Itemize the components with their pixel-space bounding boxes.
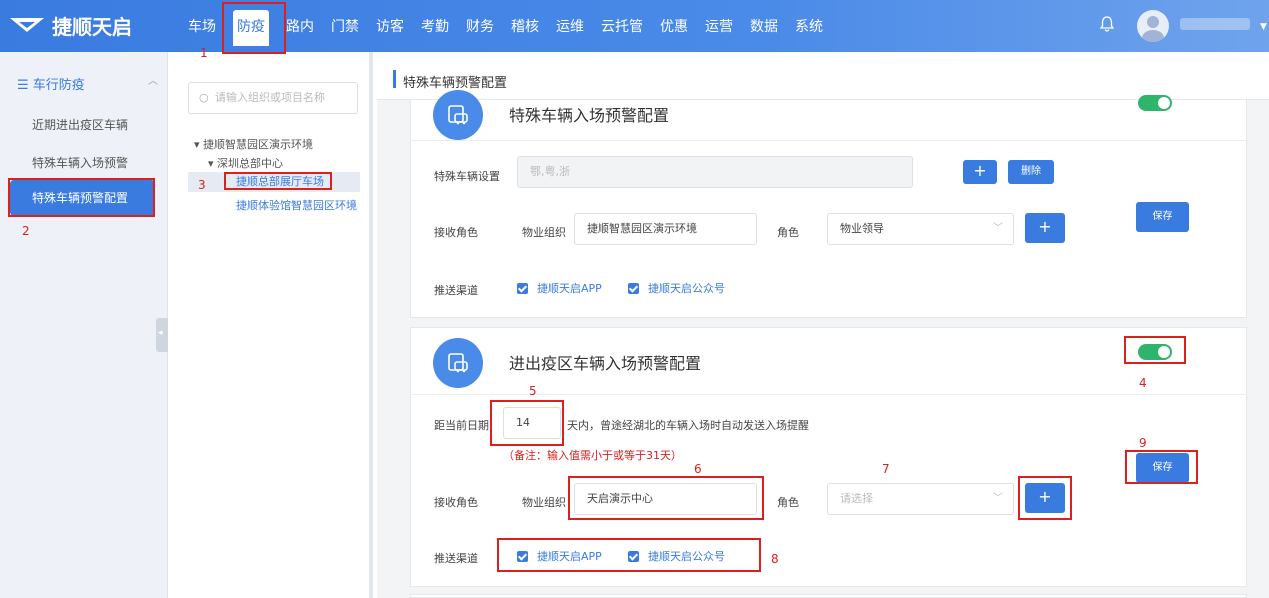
checkbox-app[interactable]: 捷顺天启APP xyxy=(517,280,602,296)
bell-icon[interactable] xyxy=(1100,16,1114,32)
sidebar-collapse-handle[interactable] xyxy=(156,318,168,352)
username-blurred[interactable] xyxy=(1180,18,1250,30)
org-field[interactable]: 捷顺智慧园区演示环境 xyxy=(574,213,757,245)
checkbox-checked-icon xyxy=(628,282,639,294)
add-vehicle-button[interactable]: + xyxy=(963,160,997,184)
tree-search-input[interactable]: 请输入组织或项目名称 xyxy=(188,82,358,114)
role-label: 角色 xyxy=(777,226,799,239)
org-label: 物业组织 xyxy=(522,496,566,509)
avatar[interactable] xyxy=(1137,10,1169,42)
checkbox-label: 捷顺天启APP xyxy=(537,282,602,295)
nav-item-system[interactable]: 系统 xyxy=(795,16,823,36)
nav-item-attendance[interactable]: 考勤 xyxy=(421,16,449,36)
tree-node-child[interactable]: ▾ 深圳总部中心 xyxy=(208,155,283,171)
checkbox-checked-icon xyxy=(517,282,528,294)
days-note: （备注：输入值需小于或等于31天） xyxy=(503,449,682,462)
breadcrumb-title: 特殊车辆预警配置 xyxy=(403,76,508,91)
tree-node-root[interactable]: ▾ 捷顺智慧园区演示环境 xyxy=(194,136,313,152)
vehicle-icon xyxy=(433,338,483,388)
annotation-box xyxy=(490,400,564,446)
caret-down-icon: ▾ xyxy=(194,138,204,151)
tree-node-label: 捷顺智慧园区演示环境 xyxy=(203,138,314,151)
breadcrumb: 特殊车辆预警配置 xyxy=(377,52,1269,100)
brand-name: 捷顺天启 xyxy=(52,14,132,39)
receive-role-label: 接收角色 xyxy=(434,226,478,239)
divider xyxy=(411,140,1246,141)
breadcrumb-accent xyxy=(393,70,396,88)
top-navbar: 捷顺天启 车场 防疫 路内 门禁 访客 考勤 财务 稽核 运维 云托管 优惠 运… xyxy=(0,0,1269,52)
annotation-number: 6 xyxy=(694,462,702,476)
annotation-number: 9 xyxy=(1139,436,1147,450)
save-button[interactable]: 保存 xyxy=(1136,202,1189,232)
annotation-box xyxy=(1124,336,1186,364)
nav-item-cloud[interactable]: 云托管 xyxy=(601,16,643,36)
vehicle-setting-field[interactable]: 鄂,粤,浙 xyxy=(517,156,913,188)
caret-down-icon: ▾ xyxy=(208,157,218,170)
nav-item-visitor[interactable]: 访客 xyxy=(376,16,404,36)
tree-node-label: 深圳总部中心 xyxy=(217,157,284,170)
role-label: 角色 xyxy=(777,496,799,509)
nav-item-ops[interactable]: 运维 xyxy=(556,16,584,36)
add-role-button[interactable]: + xyxy=(1025,213,1065,243)
card-title: 特殊车辆入场预警配置 xyxy=(509,106,670,125)
role-select-placeholder: 请选择 xyxy=(840,492,873,505)
tree-node-leaf[interactable]: 捷顺体验馆智慧园区环境 xyxy=(236,197,357,213)
org-tree-panel: 请输入组织或项目名称 ▾ 捷顺智慧园区演示环境 ▾ 深圳总部中心 捷顺总部展厅车… xyxy=(178,52,373,598)
receive-role-label: 接收角色 xyxy=(434,496,478,509)
sidebar-section-label: 车行防疫 xyxy=(32,78,85,93)
sidebar-section[interactable]: ☰ 车行防疫 xyxy=(17,74,85,93)
push-channel-label: 推送渠道 xyxy=(434,552,478,565)
nav-item-access[interactable]: 门禁 xyxy=(331,16,359,36)
annotation-number: 3 xyxy=(198,178,206,192)
annotation-number: 2 xyxy=(22,224,30,238)
sidebar-item-special-entry[interactable]: 特殊车辆入场预警 xyxy=(0,154,168,171)
chevron-up-icon[interactable]: ︿ xyxy=(148,72,158,87)
nav-item-audit[interactable]: 稽核 xyxy=(511,16,539,36)
annotation-box xyxy=(497,538,761,572)
toggle-switch[interactable] xyxy=(1138,95,1172,111)
sidebar: ☰ 车行防疫 ︿ 近期进出疫区车辆 特殊车辆入场预警 特殊车辆预警配置 xyxy=(0,52,168,598)
main-content: 特殊车辆预警配置 特殊车辆入场预警配置 特殊车辆设置 鄂,粤,浙 + 删除 接收… xyxy=(377,52,1269,598)
annotation-number: 1 xyxy=(200,46,208,60)
annotation-box xyxy=(568,476,764,520)
annotation-box xyxy=(8,178,155,217)
annotation-box xyxy=(1018,476,1072,520)
vehicle-icon xyxy=(433,90,483,140)
annotation-number: 5 xyxy=(529,384,537,398)
role-select[interactable]: 物业领导 ﹀ xyxy=(827,213,1014,245)
card-special-vehicle: 特殊车辆入场预警配置 特殊车辆设置 鄂,粤,浙 + 删除 接收角色 物业组织 捷… xyxy=(410,90,1247,318)
nav-item-discount[interactable]: 优惠 xyxy=(660,16,688,36)
push-channel-label: 推送渠道 xyxy=(434,284,478,297)
nav-item-parking[interactable]: 车场 xyxy=(188,16,216,36)
days-suffix: 天内，曾途经湖北的车辆入场时自动发送入场提醒 xyxy=(567,419,809,432)
sidebar-item-recent-vehicles[interactable]: 近期进出疫区车辆 xyxy=(0,116,168,133)
annotation-box xyxy=(224,172,332,190)
role-select[interactable]: 请选择 ﹀ xyxy=(827,483,1014,515)
chevron-down-icon: ﹀ xyxy=(993,493,1003,504)
days-label: 距当前日期 xyxy=(434,419,489,432)
nav-item-operation[interactable]: 运营 xyxy=(705,16,733,36)
vehicle-setting-label: 特殊车辆设置 xyxy=(434,170,500,183)
annotation-box xyxy=(1125,450,1198,484)
checkbox-label: 捷顺天启公众号 xyxy=(648,282,725,295)
org-label: 物业组织 xyxy=(522,226,566,239)
checkbox-wechat[interactable]: 捷顺天启公众号 xyxy=(628,280,725,296)
nav-item-road[interactable]: 路内 xyxy=(286,16,314,36)
card-title: 进出疫区车辆入场预警配置 xyxy=(509,354,702,373)
delete-button[interactable]: 删除 xyxy=(1008,160,1054,184)
annotation-box xyxy=(222,2,286,54)
brand-icon xyxy=(10,18,44,32)
nav-item-data[interactable]: 数据 xyxy=(750,16,778,36)
brand-logo[interactable]: 捷顺天启 xyxy=(10,12,132,39)
chevron-down-icon: ﹀ xyxy=(993,223,1003,234)
card-next-edge xyxy=(410,594,1247,598)
annotation-number: 4 xyxy=(1139,376,1147,390)
nav-item-finance[interactable]: 财务 xyxy=(466,16,494,36)
chevron-down-icon[interactable]: ▼ xyxy=(1260,22,1267,32)
menu-icon: ☰ xyxy=(17,78,33,93)
annotation-number: 7 xyxy=(882,462,890,476)
role-select-value: 物业领导 xyxy=(840,222,884,235)
annotation-number: 8 xyxy=(771,552,779,566)
